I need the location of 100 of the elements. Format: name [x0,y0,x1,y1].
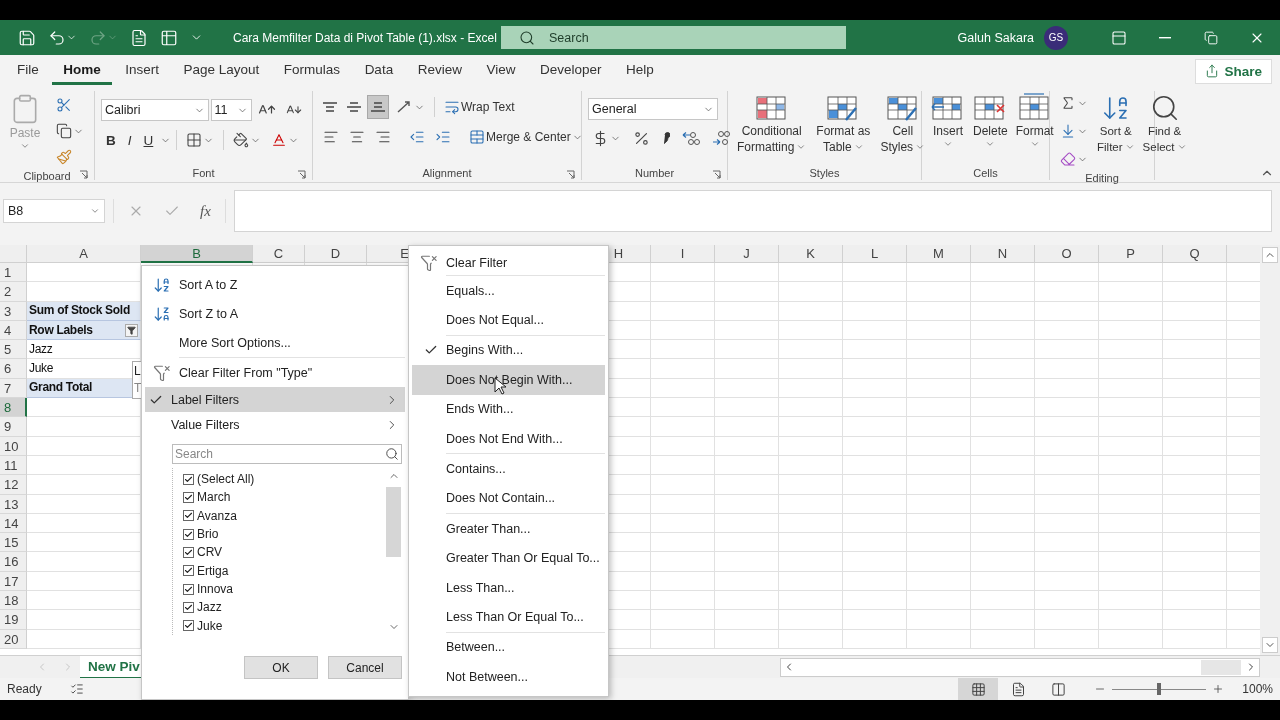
column-header[interactable]: N [971,245,1035,263]
menu-item[interactable]: Sort A to Z [145,270,405,299]
checkbox[interactable] [183,601,194,613]
insert-function-button[interactable]: fx [200,202,211,220]
row-header[interactable]: 2 [0,282,27,302]
row-header[interactable]: 5 [0,340,27,360]
cancel-button[interactable]: Cancel [328,656,402,679]
column-header[interactable]: I [651,245,715,263]
column-header[interactable]: P [1099,245,1163,263]
menu-item[interactable]: Sort Z to A [145,299,405,328]
dialog-launcher-icon[interactable] [566,170,575,179]
checkbox-item[interactable]: Brio [183,525,385,544]
checkbox-item[interactable]: March [183,488,385,507]
ribbon-tab[interactable]: Data [353,57,405,85]
zoom-in-icon[interactable] [1212,683,1225,695]
menu-item[interactable]: Clear Filter From "Type" [145,358,405,387]
scroll-down-icon[interactable] [1262,637,1278,653]
ribbon-tab[interactable]: Formulas [272,57,352,85]
font-name-select[interactable]: Calibri [101,99,209,121]
checkbox-item[interactable]: Ertiga [183,561,385,580]
column-header[interactable]: M [907,245,971,263]
scroll-up-icon[interactable] [1262,247,1278,263]
checkbox-item[interactable]: Innova [183,579,385,599]
checkbox-item[interactable]: Avanza [183,506,385,525]
name-box[interactable]: B8 [3,199,105,223]
menu-item[interactable]: Does Not Equal... [412,305,605,335]
row-header[interactable]: 9 [0,417,27,437]
vertical-align-button[interactable] [367,95,389,119]
wrap-text-button[interactable]: Wrap Text [440,95,519,119]
column-header[interactable]: L [843,245,907,263]
share-button[interactable]: Share [1195,58,1272,84]
menu-item[interactable]: Begins With... [412,335,605,366]
checkbox-item[interactable]: (Select All) [183,470,385,489]
dialog-launcher-icon[interactable] [79,170,88,179]
column-header[interactable]: K [779,245,843,263]
bold-button[interactable]: B [101,128,121,152]
menu-item[interactable]: Equals... [412,276,605,306]
column-header[interactable]: D [305,245,367,263]
styles-button[interactable]: Cell Styles [877,91,929,166]
ribbon-tab[interactable]: File [6,57,50,85]
row-header[interactable]: 19 [0,610,27,630]
cells-button[interactable]: Format [1012,91,1057,166]
menu-item[interactable]: Less Than Or Equal To... [412,602,605,632]
checkbox[interactable] [183,492,194,503]
checkbox-item[interactable]: Juke [183,616,385,635]
menu-item[interactable]: Contains... [412,454,605,484]
menu-item[interactable]: Does Not End With... [412,423,605,454]
column-header[interactable]: B [141,245,253,263]
checkbox[interactable] [183,528,194,540]
menu-item[interactable]: Greater Than Or Equal To... [412,543,605,573]
ribbon-tab[interactable]: Developer [528,57,613,85]
column-header[interactable]: Q [1163,245,1227,263]
column-header[interactable]: A [27,245,141,263]
vertical-scrollbar[interactable] [1260,245,1280,655]
row-header[interactable]: 6 [0,359,27,379]
ribbon-tab[interactable]: Page Layout [172,57,271,85]
italic-button[interactable]: I [122,128,137,152]
search-field[interactable]: Search [501,26,846,49]
view-button[interactable] [958,678,999,700]
ribbon-tab[interactable]: Review [406,57,473,85]
menu-item[interactable]: Ends With... [412,394,605,424]
ok-button[interactable]: OK [244,656,318,679]
menu-item[interactable]: More Sort Options... [145,328,405,357]
menu-item[interactable]: Does Not Contain... [412,483,605,514]
dialog-launcher-icon[interactable] [297,170,306,179]
styles-button[interactable]: Format as Table [813,91,874,166]
row-header[interactable]: 12 [0,475,27,495]
user-avatar[interactable]: GS [1044,25,1068,50]
checkbox[interactable] [183,510,194,522]
dialog-launcher-icon[interactable] [712,170,721,179]
menu-item[interactable]: Not Between... [412,662,605,692]
font-size-select[interactable]: 11 [210,99,252,121]
filter-dropdown-button[interactable] [125,323,138,337]
row-header[interactable]: 15 [0,533,27,553]
submenu-item[interactable]: Value Filters [145,412,405,437]
formula-input[interactable] [233,190,1272,232]
row-header[interactable]: 18 [0,591,27,611]
ribbon-tab[interactable]: View [475,57,527,85]
ribbon-tab[interactable]: Help [615,57,665,85]
column-header[interactable]: C [253,245,305,263]
column-header[interactable]: O [1035,245,1099,263]
zoom-level[interactable]: 100% [1242,682,1273,696]
submenu-item[interactable]: Label Filters [145,387,405,412]
cells-button[interactable]: Insert [928,91,968,166]
menu-item[interactable]: Less Than... [412,572,605,603]
row-header[interactable]: 8 [0,398,27,418]
macro-recording-icon[interactable] [69,682,84,696]
merge-center-button[interactable]: Merge & Center [465,125,587,149]
checkbox-item[interactable]: CRV [183,543,385,562]
find-select-button[interactable]: Find & Select [1139,91,1190,171]
checkbox[interactable] [183,473,194,485]
cells-button[interactable]: Delete [970,91,1011,166]
styles-button[interactable]: Conditional Formatting [734,91,810,166]
ribbon-tab[interactable]: Insert [114,57,171,85]
number-format-select[interactable]: General [588,98,718,120]
checkbox[interactable] [183,620,194,632]
ribbon-tab[interactable]: Home [52,57,112,85]
sort-filter-button[interactable]: Sort & Filter [1094,91,1138,171]
zoom-thumb[interactable] [1157,683,1162,695]
underline-button[interactable]: U [138,128,159,152]
